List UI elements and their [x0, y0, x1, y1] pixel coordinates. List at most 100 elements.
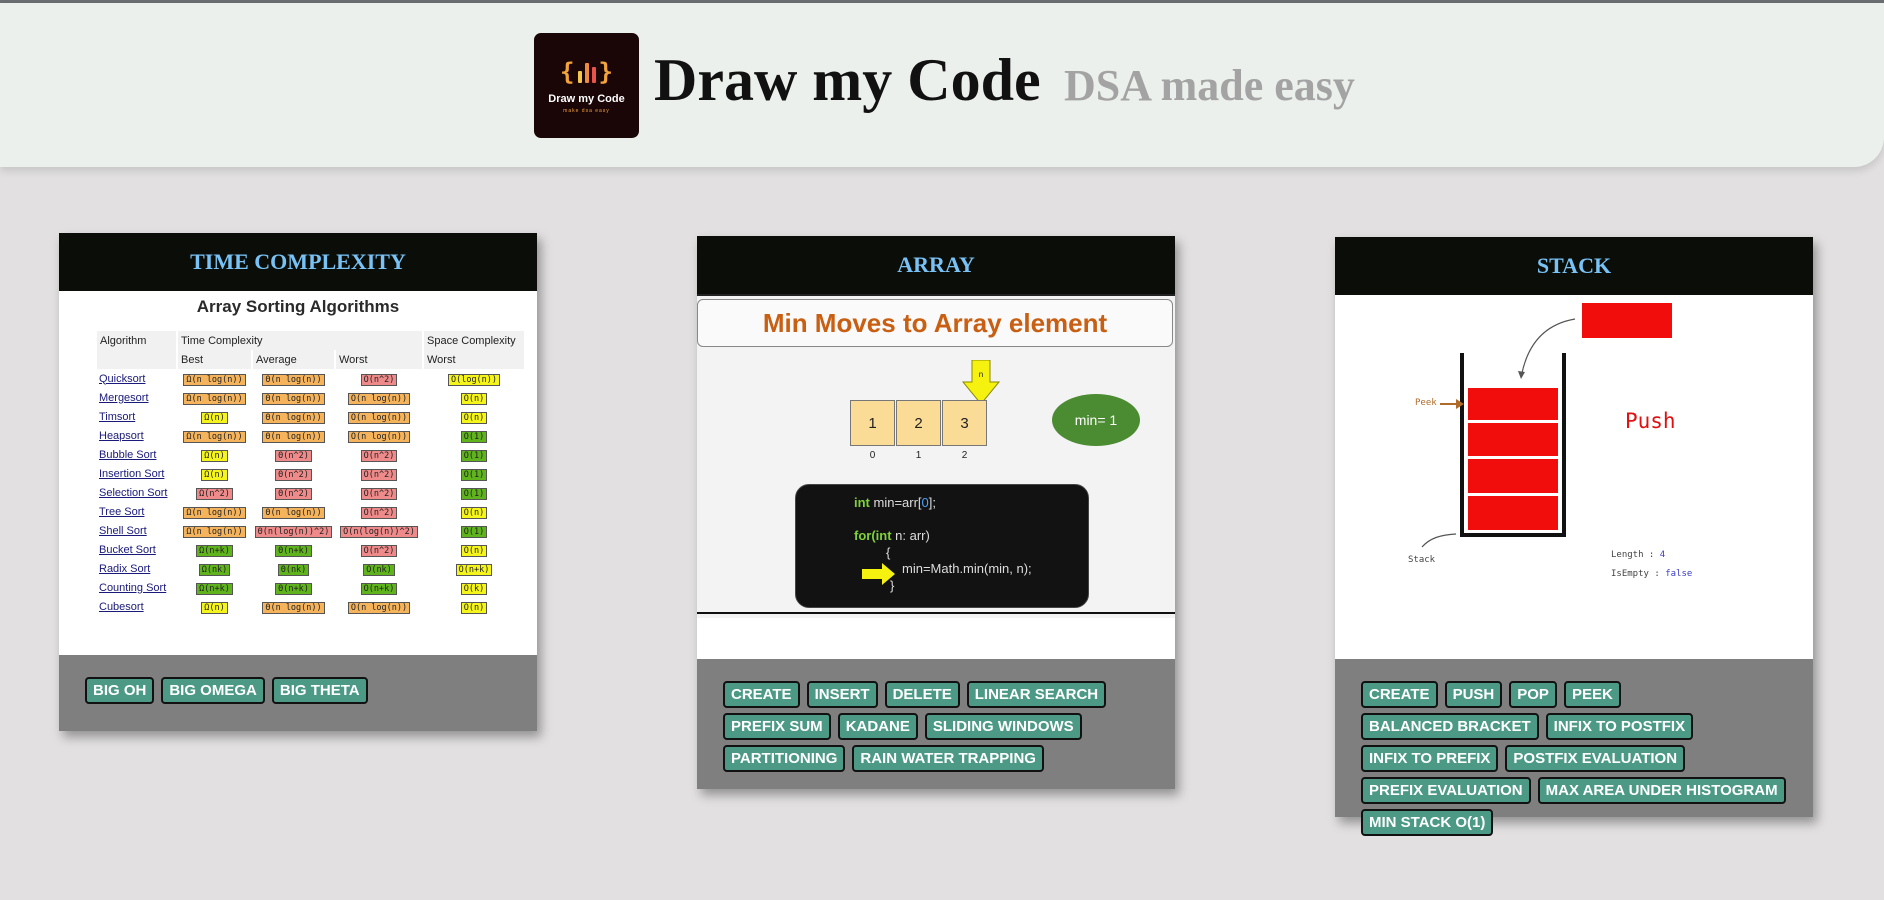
- algorithm-link[interactable]: Timsort: [97, 407, 177, 426]
- algorithm-link[interactable]: Counting Sort: [97, 578, 177, 597]
- table-row: Quicksort Ω(n log(n)) Θ(n log(n)) O(n^2) O(l…: [97, 369, 525, 388]
- action-button[interactable]: POSTFIX EVALUATION: [1505, 745, 1686, 772]
- algorithm-link[interactable]: Cubesort: [97, 597, 177, 616]
- complexity-badge: O(n log(n)): [347, 411, 411, 424]
- button-group: CREATE PUSH POP PEEK BALANCED BRACKET INFIX T…: [1335, 659, 1813, 836]
- operation-label: Push: [1625, 409, 1676, 433]
- algorithm-link[interactable]: Tree Sort: [97, 502, 177, 521]
- action-button[interactable]: INFIX TO POSTFIX: [1545, 713, 1694, 740]
- code-snippet: int min=arr[0]; for(int n: arr) { min=Ma…: [795, 484, 1089, 608]
- stack-preview[interactable]: Peek Stack Push Length : 4 IsEmpty : fal…: [1335, 295, 1813, 659]
- card-title[interactable]: TIME COMPLEXITY: [59, 233, 537, 291]
- complexity-badge: Θ(n log(n)): [262, 392, 325, 405]
- complexity-badge: O(nk): [363, 563, 395, 576]
- complexity-badge: O(log(n)): [447, 373, 501, 386]
- site-header: { } Draw my Code make dsa easy Draw my C…: [0, 3, 1884, 167]
- action-button[interactable]: PUSH: [1444, 681, 1503, 708]
- complexity-badge: O(1): [460, 468, 488, 481]
- algorithm-link[interactable]: Shell Sort: [97, 521, 177, 540]
- card-footer: CREATE PUSH POP PEEK BALANCED BRACKET INFIX T…: [1335, 659, 1813, 836]
- action-button[interactable]: PREFIX EVALUATION: [1361, 777, 1531, 804]
- table-row: Selection Sort Ω(n^2) Θ(n^2) O(n^2) O(1): [97, 483, 525, 502]
- complexity-badge: O(n): [460, 392, 488, 405]
- complexity-badge: O(n log(n)): [347, 601, 411, 614]
- algorithm-link[interactable]: Mergesort: [97, 388, 177, 407]
- action-button[interactable]: POP: [1509, 681, 1557, 708]
- action-button[interactable]: PEEK: [1563, 681, 1621, 708]
- action-button[interactable]: MAX AREA UNDER HISTOGRAM: [1537, 777, 1786, 804]
- algorithm-link[interactable]: Insertion Sort: [97, 464, 177, 483]
- action-button[interactable]: INFIX TO PREFIX: [1361, 745, 1499, 772]
- complexity-badge: Θ(n^2): [275, 468, 312, 481]
- action-button[interactable]: CREATE: [723, 681, 800, 708]
- card-title[interactable]: STACK: [1335, 237, 1813, 295]
- action-button[interactable]: LINEAR SEARCH: [966, 681, 1107, 708]
- array-index: 1: [915, 450, 922, 461]
- array-index: 2: [961, 450, 968, 461]
- action-button[interactable]: DELETE: [884, 681, 960, 708]
- complexity-badge: O(n^2): [360, 449, 398, 462]
- pointer-label: n: [979, 370, 983, 379]
- array-preview[interactable]: Min Moves to Array element n 1 2 3 0 1 2…: [697, 294, 1175, 618]
- logo-mark-icon: { }: [560, 58, 613, 86]
- complexity-badge: O(n): [460, 544, 488, 557]
- complexity-badge: O(n(log(n))^2): [340, 525, 418, 538]
- algorithm-link[interactable]: Bucket Sort: [97, 540, 177, 559]
- stack-card[interactable]: STACK Peek Stack Push Length : 4 IsEmpty…: [1335, 237, 1813, 836]
- action-button[interactable]: SLIDING WINDOWS: [924, 713, 1082, 740]
- table-row: Cubesort Ω(n) Θ(n log(n)) O(n log(n)) O(n): [97, 597, 525, 616]
- algorithm-link[interactable]: Heapsort: [97, 426, 177, 445]
- complexity-badge: Ω(n): [201, 468, 228, 481]
- complexity-badge: Θ(n log(n)): [262, 601, 325, 614]
- complexity-badge: Ω(n^2): [196, 487, 233, 500]
- time-complexity-preview[interactable]: Array Sorting Algorithms Algorithm Time …: [59, 291, 537, 655]
- complexity-badge: Ω(nk): [198, 563, 231, 576]
- action-button[interactable]: BIG THETA: [271, 677, 368, 704]
- complexity-badge: Θ(n^2): [275, 449, 312, 462]
- complexity-badge: O(n^2): [360, 468, 398, 481]
- action-button[interactable]: KADANE: [837, 713, 918, 740]
- incoming-element: [1582, 303, 1672, 338]
- table-row: Bubble Sort Ω(n) Θ(n^2) O(n^2) O(1): [97, 445, 525, 464]
- array-cell: 1: [850, 400, 895, 446]
- table-row: Timsort Ω(n) Θ(n log(n)) O(n log(n)) O(n): [97, 407, 525, 426]
- card-title[interactable]: ARRAY: [697, 236, 1175, 294]
- algorithm-link[interactable]: Selection Sort: [97, 483, 177, 502]
- logo[interactable]: { } Draw my Code make dsa easy: [534, 33, 639, 138]
- complexity-badge: O(n log(n)): [347, 392, 411, 405]
- action-button[interactable]: CREATE: [1361, 681, 1438, 708]
- complexity-badge: O(1): [460, 487, 488, 500]
- action-button[interactable]: MIN STACK O(1): [1361, 809, 1494, 836]
- brand-tagline: DSA made easy: [1064, 61, 1355, 110]
- action-button[interactable]: BIG OH: [85, 677, 155, 704]
- complexity-badge: Θ(n log(n)): [262, 373, 325, 386]
- logo-name: Draw my Code: [548, 93, 625, 105]
- time-complexity-card[interactable]: TIME COMPLEXITY Array Sorting Algorithms…: [59, 233, 537, 731]
- algorithm-link[interactable]: Quicksort: [97, 369, 177, 388]
- preview-divider: [697, 612, 1175, 614]
- algorithm-link[interactable]: Bubble Sort: [97, 445, 177, 464]
- isempty-label: IsEmpty : false: [1611, 569, 1693, 579]
- action-button[interactable]: PREFIX SUM: [723, 713, 831, 740]
- complexity-badge: Ω(n+k): [196, 544, 233, 557]
- action-button[interactable]: BIG OMEGA: [161, 677, 265, 704]
- min-value-bubble: min= 1: [1052, 394, 1140, 446]
- action-button[interactable]: BALANCED BRACKET: [1361, 713, 1539, 740]
- table-subheader-row: Best Average Worst Worst: [97, 350, 526, 369]
- complexity-badge: O(n^2): [360, 373, 398, 386]
- stack-diagram: [1421, 303, 1672, 548]
- logo-tagline: make dsa easy: [563, 108, 610, 114]
- table-row: Shell Sort Ω(n log(n)) Θ(n(log(n))^2) O(n(l…: [97, 521, 525, 540]
- table-row: Counting Sort Ω(n+k) Θ(n+k) O(n+k) O(k): [97, 578, 525, 597]
- complexity-badge: Ω(n log(n)): [183, 525, 246, 538]
- algorithm-link[interactable]: Radix Sort: [97, 559, 177, 578]
- complexity-badge: Θ(n log(n)): [262, 430, 325, 443]
- preview-heading: Array Sorting Algorithms: [196, 297, 400, 316]
- card-footer: CREATE INSERT DELETE LINEAR SEARCH PREFIX SU…: [697, 659, 1175, 789]
- array-card[interactable]: ARRAY Min Moves to Array element n 1 2 3…: [697, 236, 1175, 789]
- table-row: Heapsort Ω(n log(n)) Θ(n log(n)) O(n log(n)…: [97, 426, 525, 445]
- action-button[interactable]: INSERT: [806, 681, 878, 708]
- action-button[interactable]: PARTITIONING: [723, 745, 846, 772]
- button-group: BIG OH BIG OMEGA BIG THETA: [59, 655, 537, 704]
- action-button[interactable]: RAIN WATER TRAPPING: [852, 745, 1044, 772]
